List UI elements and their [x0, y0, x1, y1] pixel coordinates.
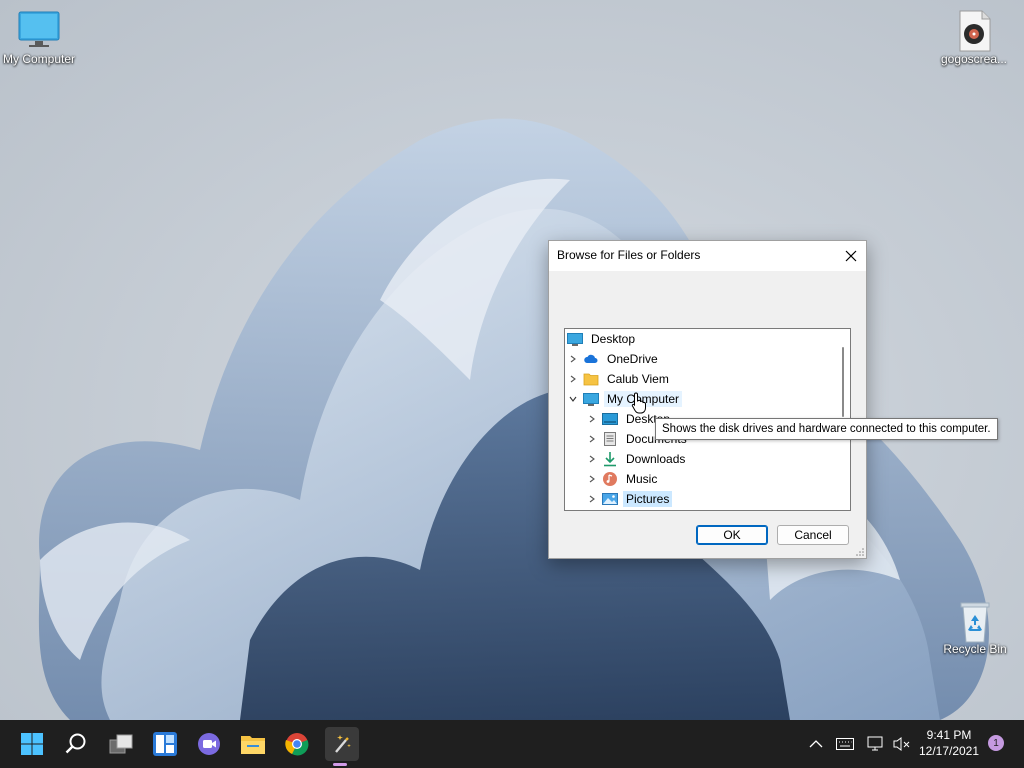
tree-item-downloads[interactable]: Downloads: [586, 449, 688, 469]
dialog-close-button[interactable]: [836, 241, 866, 271]
magic-wand-icon: [335, 735, 351, 753]
tree-item-label: Pictures: [623, 491, 673, 507]
desktop-icon-gogoscreen[interactable]: gogoscrea...: [932, 10, 1016, 66]
tree-item-label: Desktop: [591, 332, 636, 346]
desktop-icon-label: My Computer: [2, 52, 76, 66]
search-icon: [65, 733, 86, 754]
computer-icon: [583, 391, 599, 407]
task-view-icon: [109, 734, 133, 754]
resize-grip-icon[interactable]: [856, 548, 864, 556]
widgets-button[interactable]: [149, 728, 181, 760]
folder-icon: [583, 371, 599, 387]
chat-button[interactable]: [193, 728, 225, 760]
chevron-right-icon[interactable]: [567, 353, 579, 365]
tree-item-onedrive[interactable]: OneDrive: [567, 349, 661, 369]
tree-item-desktop-root[interactable]: Desktop: [567, 329, 638, 349]
downloads-icon: [602, 451, 618, 467]
volume-muted-icon: [893, 737, 910, 751]
tree-item-user-folder[interactable]: Calub Viem: [567, 369, 672, 389]
hand-cursor-icon: [631, 392, 646, 414]
tree-item-music[interactable]: Music: [586, 469, 660, 489]
desktop-icon-label: gogoscrea...: [940, 52, 1008, 66]
tooltip: Shows the disk drives and hardware conne…: [655, 418, 998, 440]
documents-icon: [602, 431, 618, 447]
desktop-icon: [567, 331, 583, 347]
cancel-button[interactable]: Cancel: [777, 525, 849, 545]
music-icon: [602, 471, 618, 487]
chrome-button[interactable]: [281, 728, 313, 760]
media-file-icon: [952, 10, 996, 52]
chat-icon: [198, 733, 220, 755]
recycle-bin-icon: [953, 600, 997, 643]
tree-item-label: Downloads: [626, 452, 686, 466]
notification-badge[interactable]: 1: [988, 735, 1004, 751]
chevron-right-icon[interactable]: [586, 413, 598, 425]
search-button[interactable]: [60, 728, 92, 760]
chevron-up-icon: [809, 740, 823, 748]
start-icon: [21, 733, 43, 755]
file-explorer-icon: [241, 736, 265, 754]
volume-button[interactable]: [892, 734, 912, 754]
file-explorer-button[interactable]: [237, 728, 269, 760]
browse-dialog: Browse for Files or Folders Desktop OneD…: [548, 240, 867, 559]
ok-button[interactable]: OK: [696, 525, 768, 545]
tree-item-my-computer[interactable]: My Computer: [567, 389, 683, 409]
task-view-button[interactable]: [105, 728, 137, 760]
keyboard-button[interactable]: [835, 734, 855, 754]
close-icon: [845, 250, 857, 262]
clock[interactable]: 9:41 PM 12/17/2021: [914, 727, 984, 759]
chevron-right-icon[interactable]: [567, 373, 579, 385]
chevron-right-icon[interactable]: [586, 433, 598, 445]
desktop-icon-label: Recycle Bin: [943, 642, 1007, 656]
chevron-right-icon[interactable]: [586, 453, 598, 465]
chevron-down-icon[interactable]: [567, 393, 579, 405]
tree-item-label: Calub Viem: [607, 372, 669, 386]
keyboard-icon: [836, 738, 854, 750]
desktop-icon-my-computer[interactable]: My Computer: [0, 10, 81, 66]
network-button[interactable]: [866, 734, 886, 754]
cloud-icon: [583, 351, 599, 367]
tree-item-label: OneDrive: [607, 352, 658, 366]
active-app-indicator: [333, 763, 347, 766]
dialog-title: Browse for Files or Folders: [557, 248, 701, 262]
dialog-titlebar[interactable]: Browse for Files or Folders: [549, 241, 866, 271]
clock-time: 9:41 PM: [926, 728, 972, 742]
clock-date: 12/17/2021: [918, 744, 980, 758]
tree-item-label: Music: [626, 472, 658, 486]
start-button[interactable]: [16, 728, 48, 760]
tree-scrollbar[interactable]: [842, 347, 844, 417]
network-icon: [867, 736, 883, 751]
chrome-icon: [285, 733, 309, 756]
show-hidden-icons-button[interactable]: [806, 734, 826, 754]
active-app-button[interactable]: [325, 727, 359, 761]
tree-item-pictures[interactable]: Pictures: [586, 489, 673, 509]
wallpaper-bloom: [38, 118, 989, 720]
chevron-right-icon[interactable]: [586, 493, 598, 505]
computer-icon: [17, 10, 61, 50]
desktop-icon: [602, 411, 618, 427]
desktop-icon-recycle-bin[interactable]: Recycle Bin: [933, 600, 1017, 656]
widgets-icon: [153, 732, 177, 756]
pictures-icon: [602, 491, 618, 507]
chevron-right-icon[interactable]: [586, 473, 598, 485]
